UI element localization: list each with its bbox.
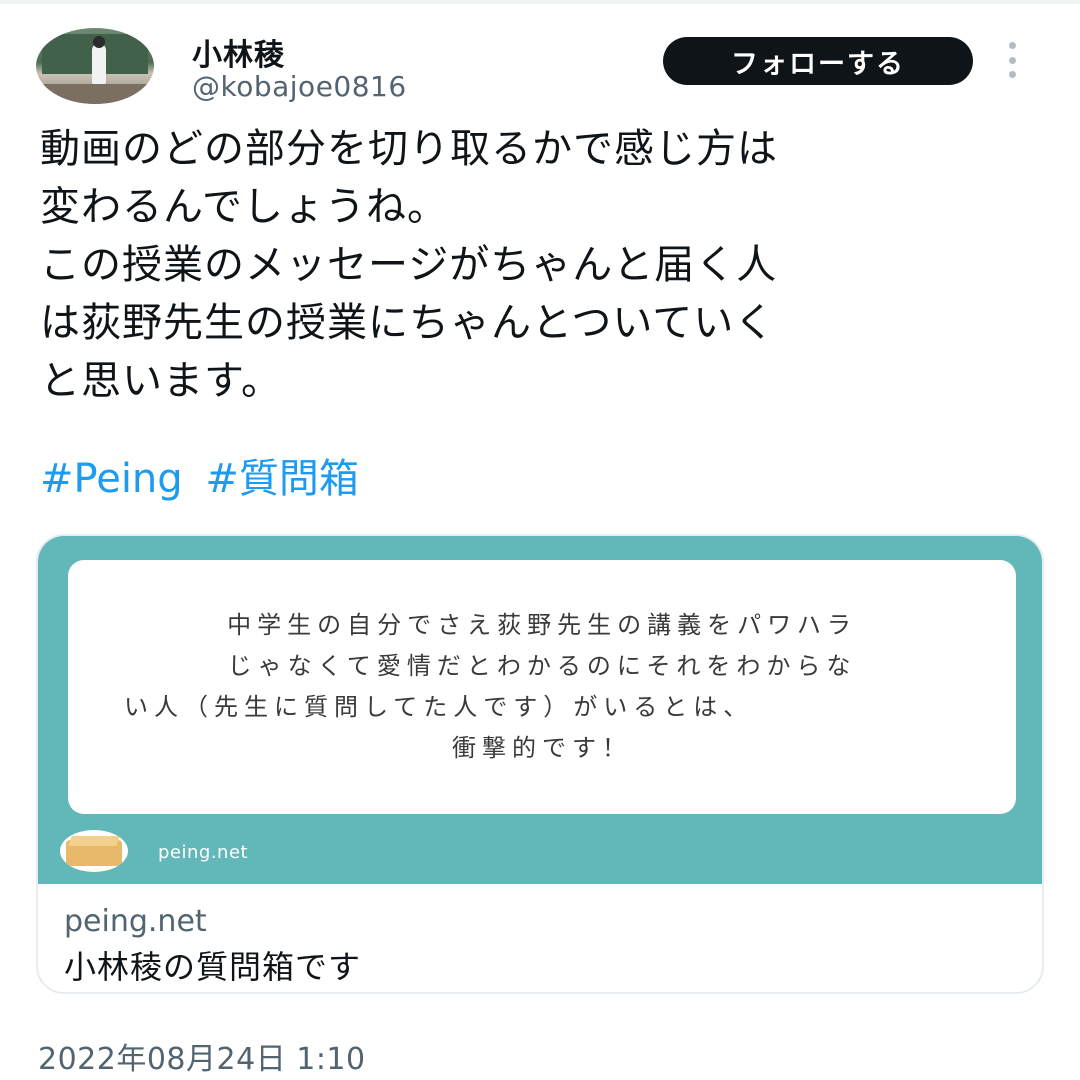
card-image-brand: peing.net [158,842,249,863]
tweet-line: と思います。 [40,358,282,404]
hashtag-link[interactable]: #質問箱 [205,456,359,502]
tweet-line: は荻野先生の授業にちゃんとついていく [40,300,776,346]
user-handle[interactable]: @kobajoe0816 [192,70,407,103]
tweet-timestamp[interactable]: 2022年08月24日 1:10 [38,1034,366,1078]
dot [1008,56,1016,64]
link-card[interactable]: 中学生の自分でさえ荻野先生の講義をパワハラ じゃなくて愛情だとわかるのにそれをわ… [36,534,1044,994]
avatar[interactable] [36,28,154,104]
tweet-header: 小林稜 @kobajoe0816 フォローする [36,28,1046,108]
display-name[interactable]: 小林稜 [192,30,285,74]
tweet-line: 動画のどの部分を切り取るかで感じ方は [40,126,778,172]
avatar-desks [36,84,154,104]
card-domain: peing.net [64,904,207,939]
follow-button[interactable]: フォローする [663,37,973,85]
tweet-text: 動画のどの部分を切り取るかで感じ方は 変わるんでしょうね。 この授業のメッセージ… [40,120,1040,410]
tweet-line: この授業のメッセージがちゃんと届く人 [40,242,778,288]
question-line: い人（先生に質問してた人です）がいるとは、 [124,693,754,721]
tweet-line: 変わるんでしょうね。 [40,184,448,230]
card-title: 小林稜の質問箱です [64,948,362,986]
question-line: 中学生の自分でさえ荻野先生の講義をパワハラ [227,611,857,639]
card-image: 中学生の自分でさえ荻野先生の講義をパワハラ じゃなくて愛情だとわかるのにそれをわ… [38,536,1042,884]
hashtag-link[interactable]: #Peing [40,456,183,502]
question-line: じゃなくて愛情だとわかるのにそれをわからな [227,652,857,680]
more-options-icon[interactable] [1004,42,1020,78]
question-box: 中学生の自分でさえ荻野先生の講義をパワハラ じゃなくて愛情だとわかるのにそれをわ… [68,560,1016,814]
peing-box-icon [60,830,128,872]
box-lid [68,836,120,846]
top-divider [0,0,1080,4]
hashtags: #Peing #質問箱 [40,446,369,504]
avatar-teacher [92,44,106,84]
avatar-teacher-head [93,36,105,48]
question-line: 衝撃的です！ [452,734,632,762]
dot [1008,71,1016,78]
dot [1008,42,1016,49]
